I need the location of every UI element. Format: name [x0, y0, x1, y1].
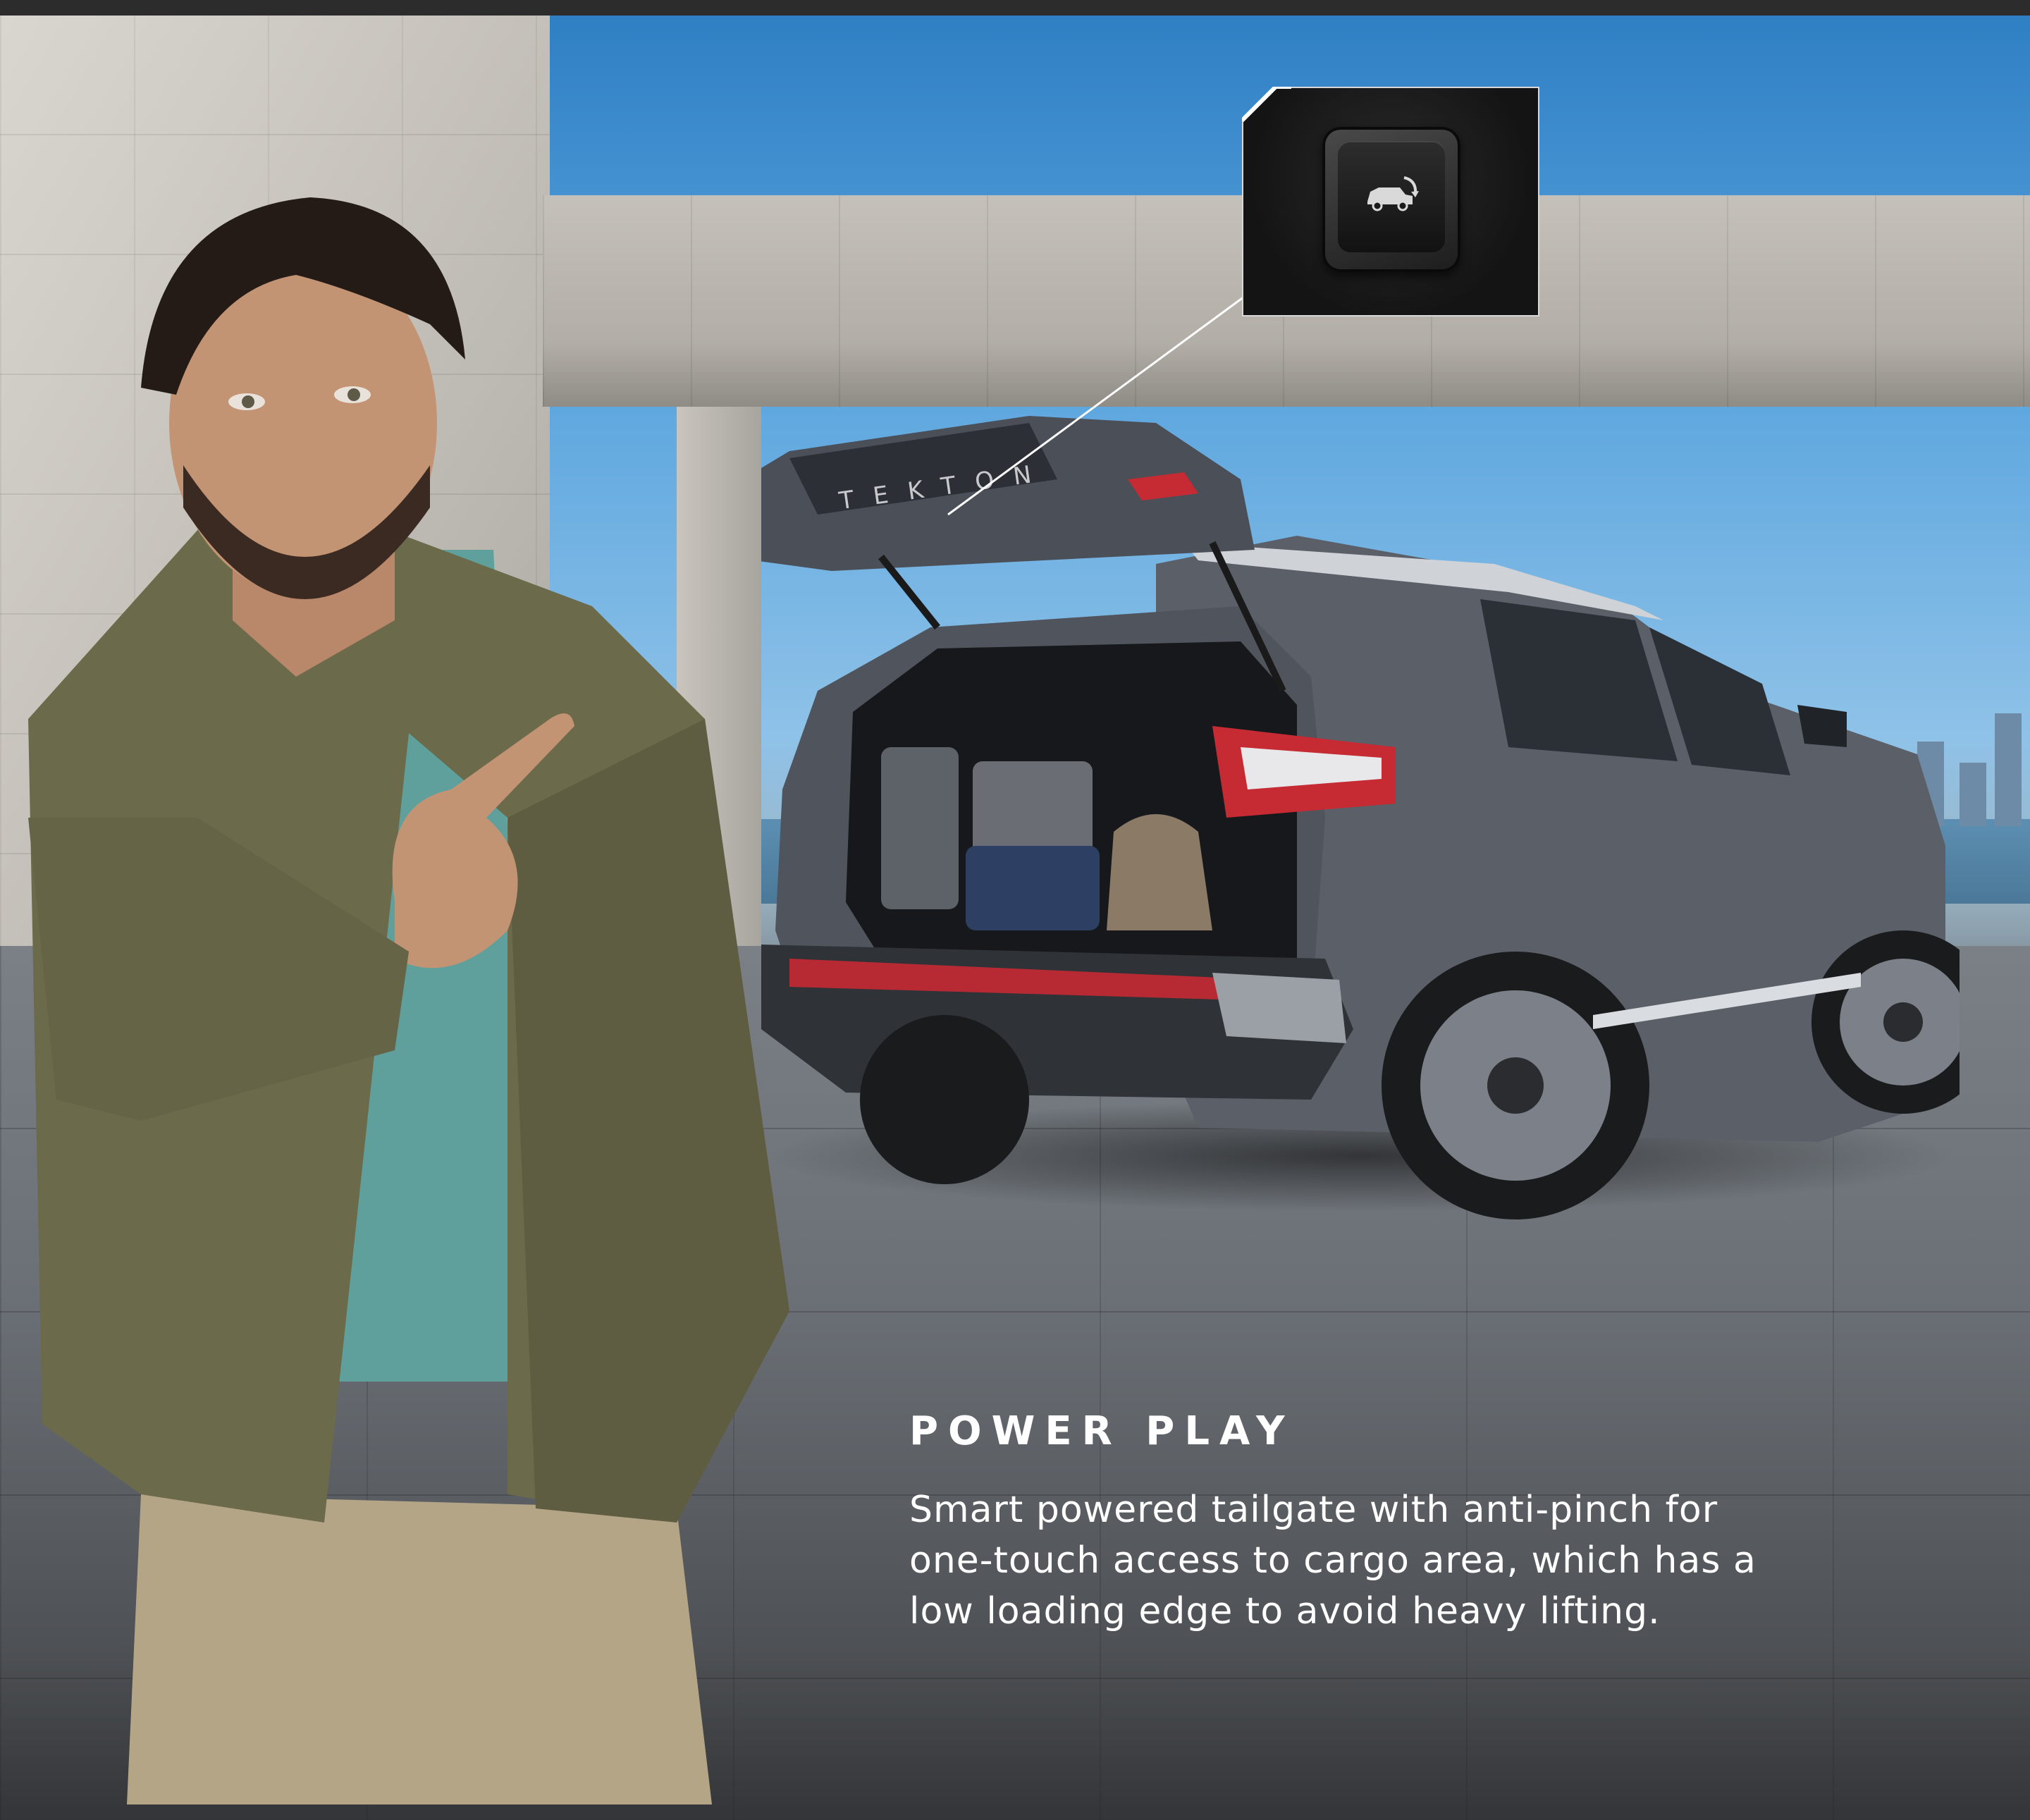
- skyline-building: [1995, 713, 2022, 826]
- top-edge-strip: [0, 0, 2030, 16]
- tailgate-switch: [1322, 127, 1460, 272]
- feature-copy: POWER PLAY Smart powered tailgate with a…: [909, 1407, 1910, 1637]
- feature-description-line: low loading edge to avoid heavy lifting.: [909, 1590, 1661, 1633]
- feature-heading: POWER PLAY: [909, 1408, 1295, 1454]
- tailgate-open-icon: [1367, 176, 1419, 211]
- feature-description: Smart powered tailgate with anti-pinch f…: [909, 1484, 1910, 1637]
- feature-description-line: one-touch access to cargo area, which ha…: [909, 1539, 1757, 1582]
- inset-corner-accent: [1242, 87, 1291, 123]
- suv-rear-view: TEKTON: [761, 416, 1960, 1219]
- brand-ambassador: [28, 197, 789, 1804]
- feature-description-line: Smart powered tailgate with anti-pinch f…: [909, 1489, 1718, 1531]
- skyline-building: [1960, 763, 1986, 826]
